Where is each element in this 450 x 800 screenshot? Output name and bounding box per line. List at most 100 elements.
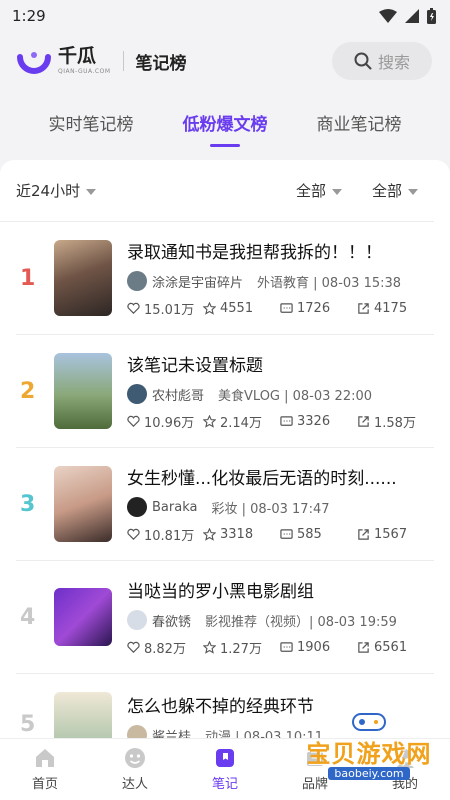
comments-stat: 3326 <box>280 412 357 431</box>
note-icon <box>216 749 234 767</box>
avatar <box>127 725 147 738</box>
shares-stat: 6561 <box>357 638 407 657</box>
note-title: 女生秒懂...化妆最后无语的时刻...... <box>127 469 397 489</box>
note-title: 当哒当的罗小黑电影剧组 <box>127 582 314 602</box>
comments-count: 3326 <box>297 414 331 429</box>
page-title: 笔记榜 <box>135 53 187 74</box>
status-icons <box>379 8 436 24</box>
author-name: Baraka <box>152 499 198 515</box>
comments-stat: 1906 <box>280 638 357 657</box>
avatar <box>127 271 147 291</box>
search-icon <box>354 52 372 70</box>
note-stats: 8.82万 1.27万 1906 6561 <box>127 638 434 657</box>
ranking-panel: 近24小时 全部 全部 1 录取通知书是我担帮我拆的！！！ 涂涂是宇宙碎片 外语… <box>0 160 450 738</box>
comments-count: 1906 <box>297 640 331 655</box>
watermark-url: baobeiy.com <box>328 767 410 780</box>
note-title: 录取通知书是我担帮我拆的！！！ <box>127 243 382 263</box>
app-logo: 千瓜 QIAN-GUA.COM <box>16 43 111 79</box>
avatar <box>127 610 147 630</box>
note-list: 1 录取通知书是我担帮我拆的！！！ 涂涂是宇宙碎片 外语教育 | 08-03 1… <box>0 222 450 738</box>
favorites-count: 1.27万 <box>220 642 262 657</box>
author-name: 春欲锈 <box>152 614 192 630</box>
comments-stat: 1726 <box>280 299 357 318</box>
note-stats: 10.81万 3318 585 1567 <box>127 525 434 544</box>
likes-stat: 15.01万 <box>127 299 203 318</box>
author-name: 农村彪哥 <box>152 388 205 404</box>
search-label: 搜索 <box>377 53 410 72</box>
heart-icon <box>127 302 140 314</box>
likes-count: 8.82万 <box>144 642 186 657</box>
author-name: 酱兰桂 <box>152 729 192 739</box>
list-item[interactable]: 2 该笔记未设置标题 农村彪哥 美食VLOG | 08-03 22:00 10.… <box>16 335 434 448</box>
note-stats: 15.01万 4551 1726 4175 <box>127 299 434 318</box>
time-range-dropdown[interactable]: 近24小时 <box>16 180 97 201</box>
heart-icon <box>127 528 140 540</box>
comment-icon <box>280 416 293 426</box>
category-dropdown[interactable]: 全部 <box>296 180 342 201</box>
comments-stat: 585 <box>280 525 357 544</box>
shares-count: 4175 <box>374 301 408 316</box>
watermark-text: 宝贝游戏网 <box>306 740 432 768</box>
nav-notes[interactable]: 笔记 <box>190 747 260 792</box>
note-meta: 美食VLOG | 08-03 22:00 <box>218 388 373 404</box>
note-thumbnail <box>54 466 112 542</box>
star-icon <box>203 641 216 654</box>
nav-influencers-label: 达人 <box>121 777 148 792</box>
header-divider <box>122 51 124 71</box>
logo-text: 千瓜 <box>58 45 97 67</box>
note-thumbnail <box>54 692 112 738</box>
favorites-stat: 1.27万 <box>203 638 280 657</box>
gamepad-icon <box>352 713 386 731</box>
time-range-label: 近24小时 <box>16 182 81 200</box>
shares-count: 1567 <box>374 527 408 542</box>
rank-number: 4 <box>20 604 36 630</box>
favorites-stat: 2.14万 <box>203 412 280 431</box>
favorites-stat: 4551 <box>203 299 280 318</box>
logo-subtext: QIAN-GUA.COM <box>58 68 111 75</box>
home-icon <box>36 749 54 767</box>
shares-stat: 4175 <box>357 299 407 318</box>
note-title: 该笔记未设置标题 <box>127 356 263 376</box>
caret-down-icon <box>86 188 97 195</box>
rank-number: 2 <box>20 378 36 404</box>
favorites-count: 3318 <box>220 527 254 542</box>
note-meta: 外语教育 | 08-03 15:38 <box>257 275 402 291</box>
shares-count: 1.58万 <box>374 416 416 431</box>
favorites-stat: 3318 <box>203 525 280 544</box>
list-item[interactable]: 1 录取通知书是我担帮我拆的！！！ 涂涂是宇宙碎片 外语教育 | 08-03 1… <box>16 222 434 335</box>
likes-count: 10.96万 <box>144 416 195 431</box>
comments-count: 585 <box>297 527 322 542</box>
comment-icon <box>280 642 293 652</box>
list-item[interactable]: 3 女生秒懂...化妆最后无语的时刻...... Baraka 彩妆 | 08-… <box>16 448 434 561</box>
status-time: 1:29 <box>12 7 46 25</box>
nav-notes-label: 笔记 <box>211 777 238 792</box>
tab-commercial-notes[interactable]: 商业笔记榜 <box>313 102 406 143</box>
favorites-count: 4551 <box>220 301 254 316</box>
avatar <box>127 384 147 404</box>
tab-realtime-notes[interactable]: 实时笔记榜 <box>45 102 138 143</box>
shares-stat: 1.58万 <box>357 412 416 431</box>
rank-number: 1 <box>20 265 36 291</box>
heart-icon <box>127 641 140 653</box>
nav-home[interactable]: 首页 <box>10 747 80 792</box>
filter-row: 近24小时 全部 全部 <box>0 160 434 222</box>
note-meta: 影视推荐（视频）| 08-03 19:59 <box>205 614 397 630</box>
type-dropdown[interactable]: 全部 <box>372 180 418 201</box>
rank-number: 5 <box>20 712 36 737</box>
note-thumbnail <box>54 240 112 316</box>
app-header: 千瓜 QIAN-GUA.COM 笔记榜 搜索 <box>0 32 450 90</box>
share-icon <box>358 642 369 653</box>
likes-count: 10.81万 <box>144 529 195 544</box>
signal-icon <box>405 9 419 23</box>
share-icon <box>358 303 369 314</box>
star-icon <box>203 302 216 315</box>
share-icon <box>358 416 369 427</box>
list-item[interactable]: 4 当哒当的罗小黑电影剧组 春欲锈 影视推荐（视频）| 08-03 19:59 … <box>16 561 434 674</box>
nav-influencers[interactable]: 达人 <box>100 747 170 792</box>
face-icon <box>125 748 145 768</box>
shares-stat: 1567 <box>357 525 407 544</box>
search-button[interactable]: 搜索 <box>332 42 432 80</box>
note-thumbnail <box>54 353 112 429</box>
site-watermark: 宝贝游戏网 baobeiy.com <box>294 710 444 780</box>
tab-low-fan-viral[interactable]: 低粉爆文榜 <box>179 102 272 147</box>
